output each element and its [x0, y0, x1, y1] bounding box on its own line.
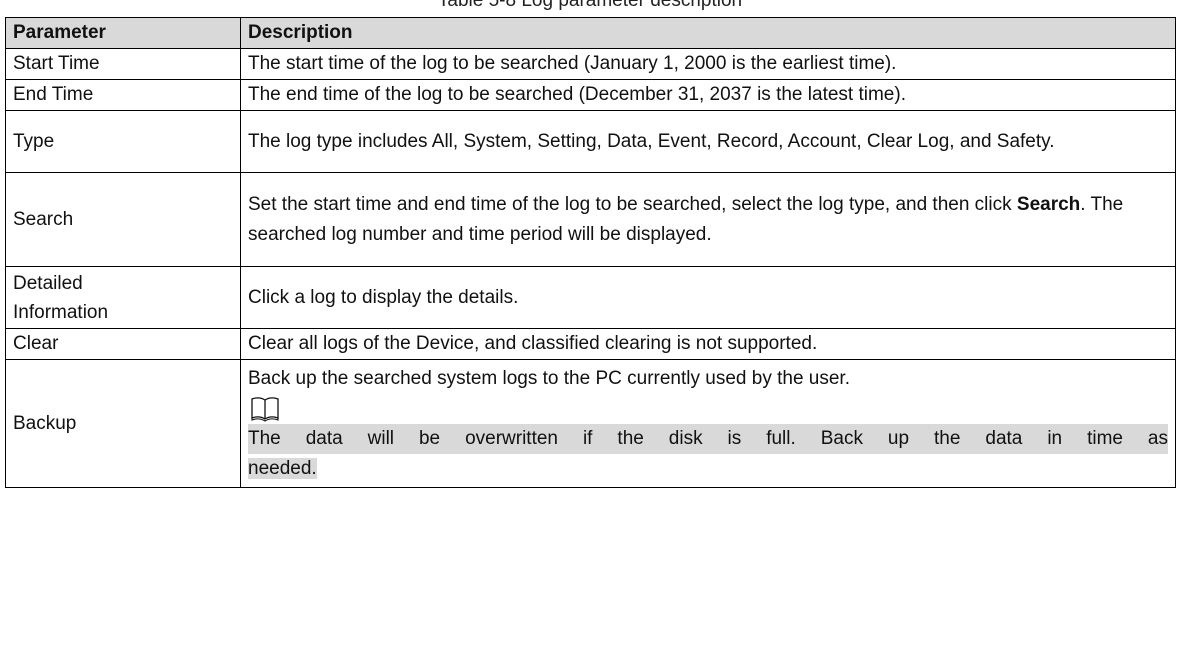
row-description: The start time of the log to be searched…	[240, 48, 1176, 80]
table-row: Clear Clear all logs of the Device, and …	[5, 328, 1176, 360]
table-row: Type The log type includes All, System, …	[5, 110, 1176, 173]
table-row: End Time The end time of the log to be s…	[5, 79, 1176, 111]
row-description: Click a log to display the details.	[240, 266, 1176, 329]
parameter-line: Information	[13, 301, 109, 323]
table-header-row: Parameter Description	[5, 17, 1176, 49]
table-row: Start Time The start time of the log to …	[5, 48, 1176, 80]
note-text: The data will be overwritten if the disk…	[248, 423, 1168, 454]
row-parameter: Start Time	[5, 48, 241, 80]
table-caption: Table 5-8 Log parameter description	[437, 0, 743, 11]
table-row: Search Set the start time and end time o…	[5, 172, 1176, 267]
table-row: Backup Back up the searched system logs …	[5, 359, 1176, 488]
row-parameter: Clear	[5, 328, 241, 360]
row-description: The log type includes All, System, Setti…	[240, 110, 1176, 173]
row-parameter: Backup	[5, 359, 241, 488]
table-row: Detailed Information Click a log to displ…	[5, 266, 1176, 329]
header-parameter: Parameter	[5, 17, 241, 49]
log-parameter-table: Parameter Description Start Time The sta…	[5, 17, 1176, 488]
row-parameter: Search	[5, 172, 241, 267]
row-parameter: End Time	[5, 79, 241, 111]
description-text: Set the start time and end time of the l…	[248, 193, 1017, 215]
row-description: Set the start time and end time of the l…	[240, 172, 1176, 267]
search-keyword: Search	[1016, 193, 1081, 215]
row-parameter: Detailed Information	[5, 266, 241, 329]
description-text: Back up the searched system logs to the …	[248, 367, 850, 389]
row-description: Clear all logs of the Device, and classi…	[240, 328, 1176, 360]
note-text: needed.	[248, 457, 317, 479]
book-note-icon	[251, 396, 279, 422]
row-parameter: Type	[5, 110, 241, 173]
row-description: The end time of the log to be searched (…	[240, 79, 1176, 111]
parameter-line: Detailed	[13, 272, 83, 294]
header-description: Description	[240, 17, 1176, 49]
row-description: Back up the searched system logs to the …	[240, 359, 1176, 488]
